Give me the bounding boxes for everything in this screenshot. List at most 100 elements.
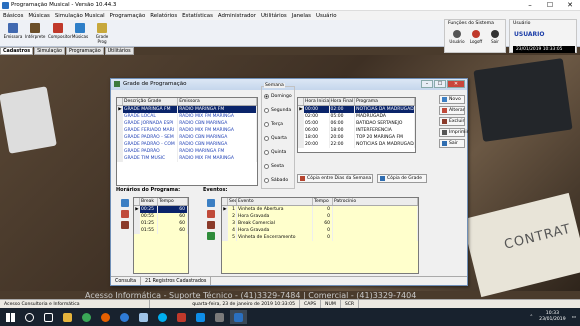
menu-programacao[interactable]: Programação [110,13,146,19]
tab-utilitarios[interactable]: Utilitários [104,47,134,55]
edit-evento-icon[interactable] [207,210,215,218]
teamviewer-taskbar-button[interactable] [192,310,209,324]
copy-days-button[interactable]: Cópia entre Dias da Semana [297,174,373,183]
col-programa[interactable]: Programa [355,98,415,105]
move-evento-icon[interactable] [207,232,215,240]
table-row[interactable]: GRADE JORNADA ESPI RADIO CBN MARINGA [117,120,257,127]
grade-table[interactable]: Descrição Grade Emissora ▶ GRADE MARINGÁ … [116,97,258,186]
table-row[interactable]: 00:55 60 [134,213,188,220]
table-row[interactable]: 20:00 22:00 NOTICIAS DA MADRUGADA [298,141,415,148]
table-row[interactable]: 5 Vinheta de Encerramento 0 [222,234,418,241]
radio-sabado[interactable]: Sábado [264,178,288,183]
imprimir-button[interactable]: Imprimir [439,128,469,137]
table-row[interactable]: GRADE PADRÃO - SEM RADIO CBN MARINGA [117,134,257,141]
col-tempo-evento[interactable]: Tempo [313,198,333,205]
radio-domingo[interactable]: Domingo [264,94,292,99]
table-row[interactable]: ▶ 1 Vinheta de Abertura 0 [222,206,418,213]
table-row[interactable]: 3 Break Comercial 60 [222,220,418,227]
explorer-taskbar-button[interactable] [59,310,76,324]
col-seq[interactable]: Seq [228,198,237,205]
sair-window-button[interactable]: Sair [439,139,465,148]
table-row[interactable]: GRADE PADRÃO - COM RADIO CBN MARINGA [117,141,257,148]
window-minimize-button[interactable]: – [421,80,433,88]
mail-taskbar-button[interactable] [211,310,228,324]
compositor-button[interactable]: Compositor [48,23,72,39]
programacao-taskbar-button[interactable] [230,310,247,324]
table-row[interactable]: 2 Hora Gravada 0 [222,213,418,220]
excluir-button[interactable]: Excluir [439,117,465,126]
grade-prog-button[interactable]: Grade Prog [92,23,112,44]
notepad-taskbar-button[interactable] [135,310,152,324]
start-button[interactable] [0,308,20,326]
window-maximize-button[interactable]: ☐ [434,80,446,88]
tab-cadastros[interactable]: Cadastros [0,47,34,55]
interprete-button[interactable]: Intérprete [25,23,45,39]
table-row[interactable]: GRADE FERIADO MARI RADIO MIX FM MARINGA [117,127,257,134]
table-row[interactable]: 18:00 20:00 TOP 20 MARINGA FM [298,134,415,141]
alterar-button[interactable]: Alterar [439,106,465,115]
menu-administrador[interactable]: Administrador [218,13,256,19]
table-row[interactable]: ▶ 00:00 02:00 NOTICIAS DA MADRUGADA [298,106,415,113]
sair-button[interactable]: Sair [487,30,503,44]
radio-segunda[interactable]: Segunda [264,108,291,113]
table-row[interactable]: ▶ GRADE MARINGÁ FM RADIO MARINGA FM [117,106,257,113]
menu-usuario[interactable]: Usuário [316,13,337,19]
window-close-button[interactable]: ✕ [447,80,465,88]
table-row[interactable]: GRADE TIM MUSIC RADIO MIX FM MARINGA [117,155,257,162]
search-taskbar-button[interactable] [21,310,38,324]
tab-simulacao[interactable]: Simulação [34,47,65,55]
col-evento[interactable]: Evento [237,198,313,205]
menu-musicas[interactable]: Músicas [28,13,49,19]
menu-basicos[interactable]: Básicos [3,13,23,19]
novo-button[interactable]: Novo [439,95,465,104]
table-row[interactable]: GRADE LOCAL RADIO MIX FM MARINGA [117,113,257,120]
copy-grid-button[interactable]: Cópia de Grade [377,174,427,183]
musicas-button[interactable]: Músicas [70,23,90,39]
close-button[interactable]: ✕ [560,0,580,11]
table-row[interactable]: GRADE PADRÃO RADIO MARINGA FM [117,148,257,155]
emissora-button[interactable]: Emissora [3,23,23,39]
col-patrocinio[interactable]: Patrocínio [333,198,418,205]
col-hora-final[interactable]: Hora Final [330,98,356,105]
menu-relatorios[interactable]: Relatórios [150,13,177,19]
menu-utilitarios[interactable]: Utilitários [261,13,287,19]
radio-sexta[interactable]: Sexta [264,164,284,169]
task-view-button[interactable] [40,310,57,324]
skype-taskbar-button[interactable] [154,310,171,324]
app-taskbar-button[interactable] [173,310,190,324]
taskbar-clock[interactable]: 10:33 23/01/2019 [539,311,565,323]
table-row[interactable]: ▶ 00:25 60 [134,206,188,213]
table-row[interactable]: 01:55 60 [134,227,188,234]
eventos-table[interactable]: Seq Evento Tempo Patrocínio ▶ 1 Vinheta de… [221,197,419,274]
delete-horario-icon[interactable] [121,221,129,229]
menu-janelas[interactable]: Janelas [292,13,311,19]
table-row[interactable]: 02:00 05:00 MADRUGADA [298,113,415,120]
notification-chevron-icon[interactable]: ⌃ [529,315,533,320]
table-row[interactable]: 05:00 06:00 BATIDAO SERTANEJO [298,120,415,127]
col-tempo[interactable]: Tempo [158,198,188,205]
col-emissora[interactable]: Emissora [178,98,257,105]
menu-simulacao[interactable]: Simulação Musical [55,13,105,19]
firefox-taskbar-button[interactable] [97,310,114,324]
radio-terca[interactable]: Terça [264,122,283,127]
maximize-button[interactable]: ☐ [540,0,560,11]
col-descricao[interactable]: Descrição Grade [123,98,179,105]
table-row[interactable]: 01:25 60 [134,220,188,227]
col-break[interactable]: Break [140,198,158,205]
notifications-icon[interactable]: ▭ [572,315,576,320]
add-evento-icon[interactable] [207,199,215,207]
horarios-table[interactable]: Break Tempo ▶ 00:25 60 00:55 60 01:25 60 01:… [133,197,189,274]
logoff-button[interactable]: Logoff [468,30,484,44]
delete-evento-icon[interactable] [207,221,215,229]
usuario-button[interactable]: Usuário [449,30,465,44]
add-horario-icon[interactable] [121,199,129,207]
tab-programacao[interactable]: Programação [65,47,104,55]
edit-horario-icon[interactable] [121,210,129,218]
schedule-table[interactable]: Hora Inicial Hora Final Programa ▶ 00:00 0… [297,97,416,153]
edge-taskbar-button[interactable] [116,310,133,324]
radio-quarta[interactable]: Quarta [264,136,287,141]
table-row[interactable]: 06:00 18:00 INTERFERENCIA [298,127,415,134]
minimize-button[interactable]: – [520,0,540,11]
chrome-taskbar-button[interactable] [78,310,95,324]
menu-estatisticas[interactable]: Estatísticas [182,13,213,19]
